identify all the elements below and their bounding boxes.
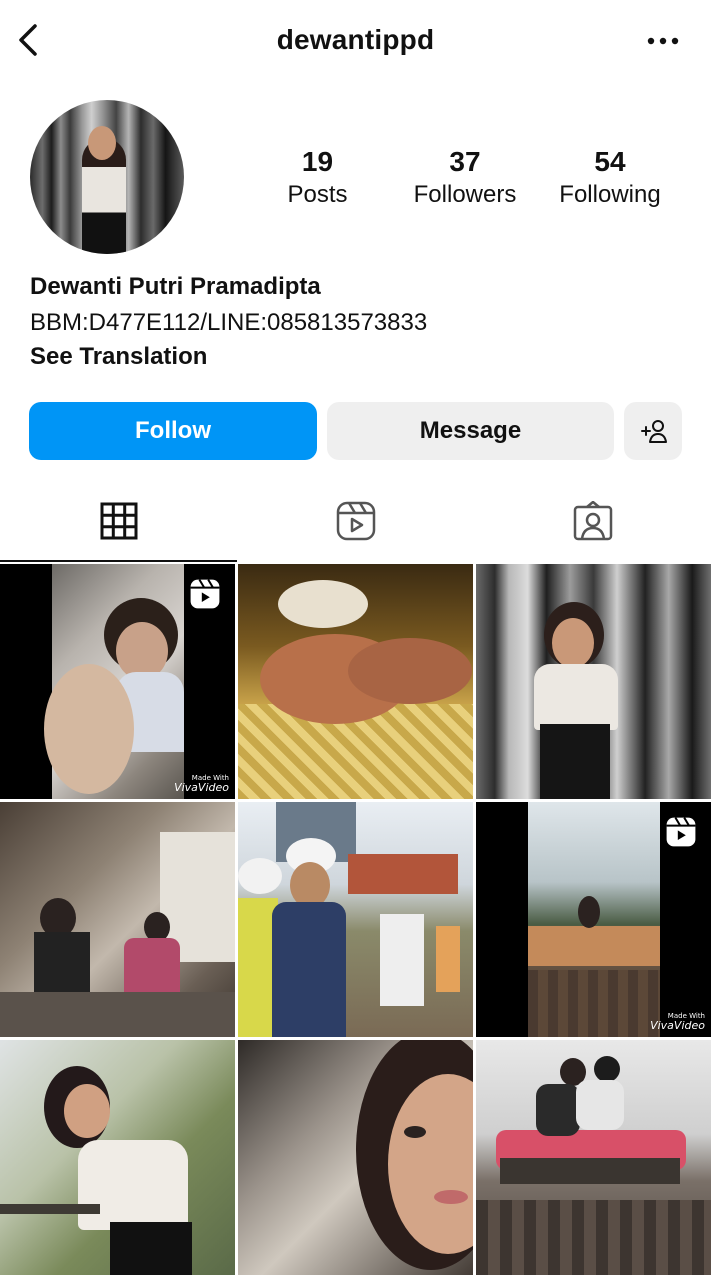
full-name: Dewanti Putri Pramadipta xyxy=(30,273,321,300)
reel-badge-icon xyxy=(663,814,699,850)
post-2[interactable] xyxy=(238,564,473,799)
active-tab-indicator xyxy=(0,560,237,562)
post-4[interactable] xyxy=(0,802,235,1037)
followers-count: 37 xyxy=(449,146,481,177)
add-person-icon xyxy=(641,420,667,443)
see-translation-link[interactable]: See Translation xyxy=(30,342,680,372)
vivavideo-watermark: Made With VivaVideo xyxy=(174,774,229,794)
reel-badge-icon xyxy=(187,576,223,612)
tagged-icon xyxy=(573,501,612,541)
follow-button[interactable]: Follow xyxy=(29,402,317,460)
post-1[interactable]: Made With VivaVideo xyxy=(0,564,235,799)
tab-tagged[interactable] xyxy=(474,480,711,562)
stat-followers[interactable]: 37 Followers xyxy=(394,144,536,210)
stat-following[interactable]: 54 Following xyxy=(541,144,679,210)
tab-grid[interactable] xyxy=(0,480,237,562)
post-9[interactable] xyxy=(476,1040,711,1275)
posts-grid: Made With VivaVideo Made With VivaVideo xyxy=(0,564,711,1280)
message-button[interactable]: Message xyxy=(327,402,614,460)
profile-tabs xyxy=(0,480,711,564)
bio-text: BBM:D477E112/LINE:085813573833 xyxy=(30,309,428,336)
tab-reels[interactable] xyxy=(237,480,474,562)
stat-posts[interactable]: 19 Posts xyxy=(245,144,390,210)
posts-label: Posts xyxy=(287,181,348,208)
following-count: 54 xyxy=(594,146,626,177)
post-5[interactable] xyxy=(238,802,473,1037)
top-bar: dewantippd xyxy=(0,0,711,82)
add-person-button[interactable] xyxy=(624,402,682,460)
reels-icon xyxy=(336,501,375,541)
more-options-icon[interactable] xyxy=(643,27,683,55)
post-7[interactable] xyxy=(0,1040,235,1275)
post-3[interactable] xyxy=(476,564,711,799)
profile-username: dewantippd xyxy=(276,24,435,55)
grid-icon xyxy=(100,502,137,540)
posts-count: 19 xyxy=(301,146,334,177)
post-8[interactable] xyxy=(238,1040,473,1275)
followers-label: Followers xyxy=(413,181,517,208)
following-label: Following xyxy=(559,181,661,208)
profile-avatar[interactable] xyxy=(30,100,184,254)
vivavideo-watermark: Made With VivaVideo xyxy=(650,1012,705,1032)
post-6[interactable]: Made With VivaVideo xyxy=(476,802,711,1037)
profile-actions: Follow Message xyxy=(29,402,682,460)
profile-bio: Dewanti Putri Pramadipta BBM:D477E112/LI… xyxy=(30,272,680,372)
profile-stats: 19 Posts 37 Followers 54 Following xyxy=(245,144,685,214)
